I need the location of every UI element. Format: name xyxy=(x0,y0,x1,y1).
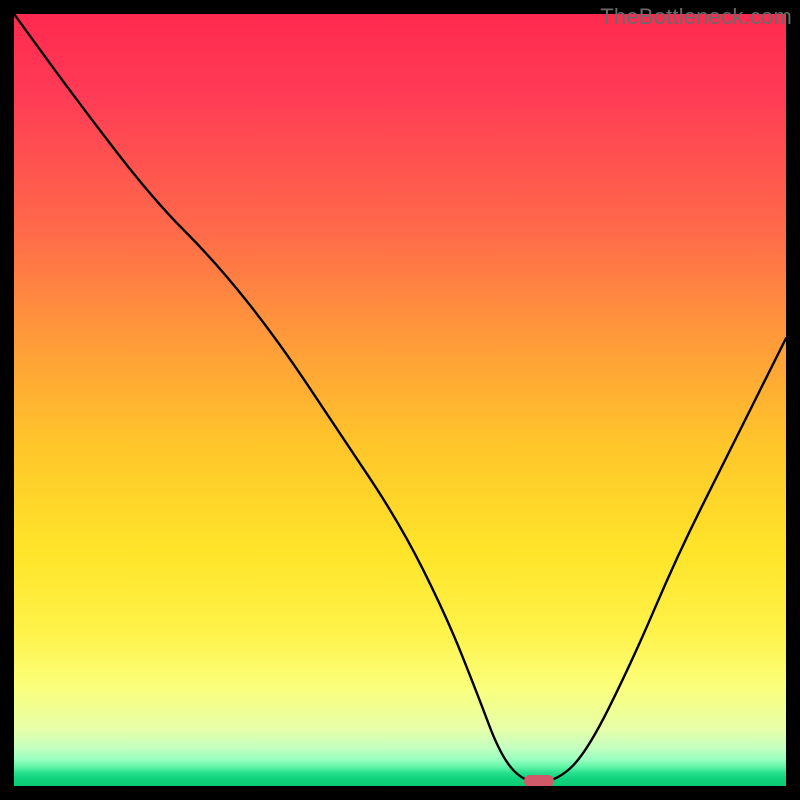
optimal-point-marker xyxy=(524,775,554,786)
plot-area xyxy=(14,14,786,786)
watermark-label: TheBottleneck.com xyxy=(600,4,792,30)
bottleneck-curve xyxy=(14,14,786,786)
chart-frame: TheBottleneck.com xyxy=(0,0,800,800)
